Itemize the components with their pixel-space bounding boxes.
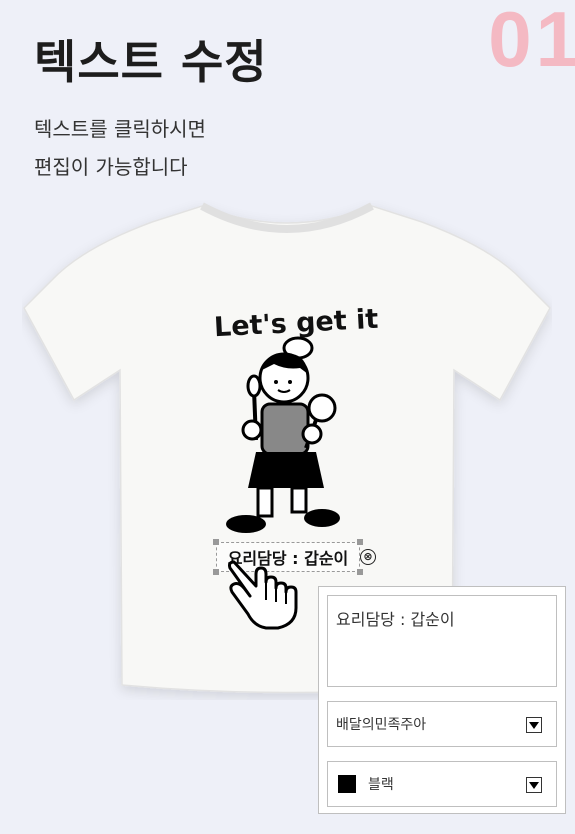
color-swatch (338, 775, 356, 793)
resize-handle[interactable] (357, 539, 363, 545)
description-line-1: 텍스트를 클릭하시면 (34, 117, 206, 141)
delete-text-icon[interactable]: ⊗ (360, 549, 376, 565)
resize-handle[interactable] (213, 569, 219, 575)
chef-girl-illustration (226, 336, 340, 533)
description: 텍스트를 클릭하시면 편집이 가능합니다 (34, 110, 206, 186)
color-select[interactable]: 블랙 (327, 761, 557, 807)
color-select-value: 블랙 (368, 777, 394, 793)
step-number: 01 (488, 0, 575, 83)
description-line-2: 편집이 가능합니다 (34, 155, 188, 179)
dropdown-arrow-icon[interactable] (526, 717, 542, 733)
dropdown-arrow-icon[interactable] (526, 777, 542, 793)
font-select-value: 배달의민족주아 (336, 717, 427, 733)
resize-handle[interactable] (213, 539, 219, 545)
font-select[interactable]: 배달의민족주아 (327, 701, 557, 747)
page-title: 텍스트 수정 (34, 35, 268, 89)
text-edit-field[interactable] (327, 595, 557, 687)
resize-handle[interactable] (357, 569, 363, 575)
text-editor-panel: 배달의민족주아 블랙 (318, 586, 566, 814)
hand-pointer-icon (228, 560, 298, 630)
